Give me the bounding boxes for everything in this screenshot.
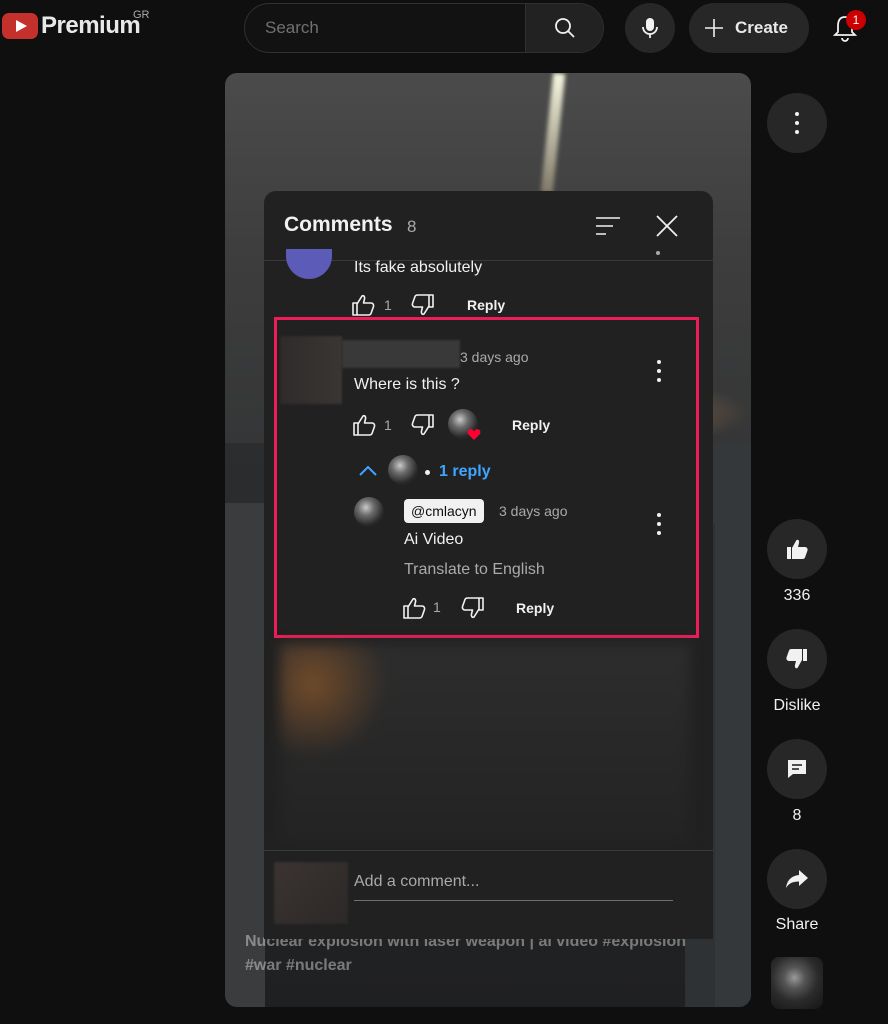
youtube-logo[interactable]: Premium (2, 12, 141, 40)
logo-text: Premium (41, 12, 141, 39)
like-count: 336 (783, 587, 811, 604)
plus-icon (705, 19, 723, 37)
thumb-up-icon[interactable] (351, 413, 377, 437)
share-icon (786, 870, 808, 888)
search-icon (554, 18, 575, 38)
thumb-up-icon (787, 539, 808, 559)
video-flash (540, 73, 566, 194)
separator-dot (425, 470, 430, 475)
kebab-icon[interactable] (656, 513, 662, 535)
share-button[interactable] (767, 849, 827, 909)
avatar (274, 862, 348, 924)
avatar[interactable] (280, 336, 342, 404)
thumb-down-icon[interactable] (410, 413, 436, 437)
reply-button[interactable]: Reply (512, 417, 550, 433)
comments-count: 8 (407, 217, 417, 236)
channel-avatar[interactable] (771, 957, 823, 1009)
region-code: GR (133, 9, 150, 21)
create-button[interactable]: Create (689, 3, 809, 53)
thumb-up-icon[interactable] (350, 293, 376, 317)
like-count: 1 (433, 599, 441, 615)
heart-icon (467, 429, 481, 440)
avatar[interactable] (354, 497, 384, 527)
reply-text: Ai Video (404, 531, 464, 548)
search-input[interactable]: Search (245, 4, 526, 52)
search-button[interactable] (525, 4, 603, 52)
create-label: Create (735, 18, 788, 37)
translate-button[interactable]: Translate to English (404, 561, 545, 579)
thumb-down-icon[interactable] (410, 293, 436, 317)
notification-badge: 1 (846, 10, 866, 30)
reply-author[interactable]: @cmlacyn (404, 499, 484, 523)
voice-search-button[interactable] (625, 3, 675, 53)
comment-icon (788, 760, 806, 778)
input-underline (354, 900, 673, 901)
comment-text: Its fake absolutely (354, 259, 483, 276)
thumb-up-icon[interactable] (401, 596, 427, 620)
thumb-down-icon (786, 649, 807, 669)
search-bar[interactable]: Search (244, 3, 604, 53)
thumb-down-icon[interactable] (460, 596, 486, 620)
share-label: Share (775, 916, 819, 933)
kebab-icon[interactable] (656, 360, 662, 382)
comments-title: Comments (284, 213, 393, 236)
chevron-up-icon[interactable] (358, 464, 378, 478)
comment-time[interactable]: 3 days ago (460, 349, 529, 365)
like-count: 1 (384, 417, 392, 433)
avatar[interactable] (286, 249, 332, 279)
mic-icon (642, 18, 658, 38)
like-count: 1 (384, 297, 392, 313)
reply-button[interactable]: Reply (467, 297, 505, 313)
comment-text: Where is this ? (354, 376, 460, 393)
reply-time[interactable]: 3 days ago (499, 503, 568, 519)
kebab-icon (794, 112, 800, 134)
kebab-icon[interactable] (656, 251, 660, 255)
more-options-button[interactable] (767, 93, 827, 153)
dislike-button[interactable] (767, 629, 827, 689)
add-comment-input[interactable]: Add a comment... (354, 873, 479, 891)
youtube-play-icon (2, 13, 38, 39)
avatar (388, 455, 418, 485)
blurred-comment (280, 644, 690, 844)
author-name-redacted[interactable] (342, 340, 460, 368)
like-button[interactable] (767, 519, 827, 579)
replies-toggle[interactable]: 1 reply (439, 463, 491, 481)
reply-button[interactable]: Reply (516, 600, 554, 616)
close-icon[interactable] (653, 212, 681, 240)
dislike-label: Dislike (773, 697, 821, 714)
comments-count: 8 (792, 807, 802, 824)
comments-button[interactable] (767, 739, 827, 799)
sort-icon[interactable] (594, 215, 622, 237)
